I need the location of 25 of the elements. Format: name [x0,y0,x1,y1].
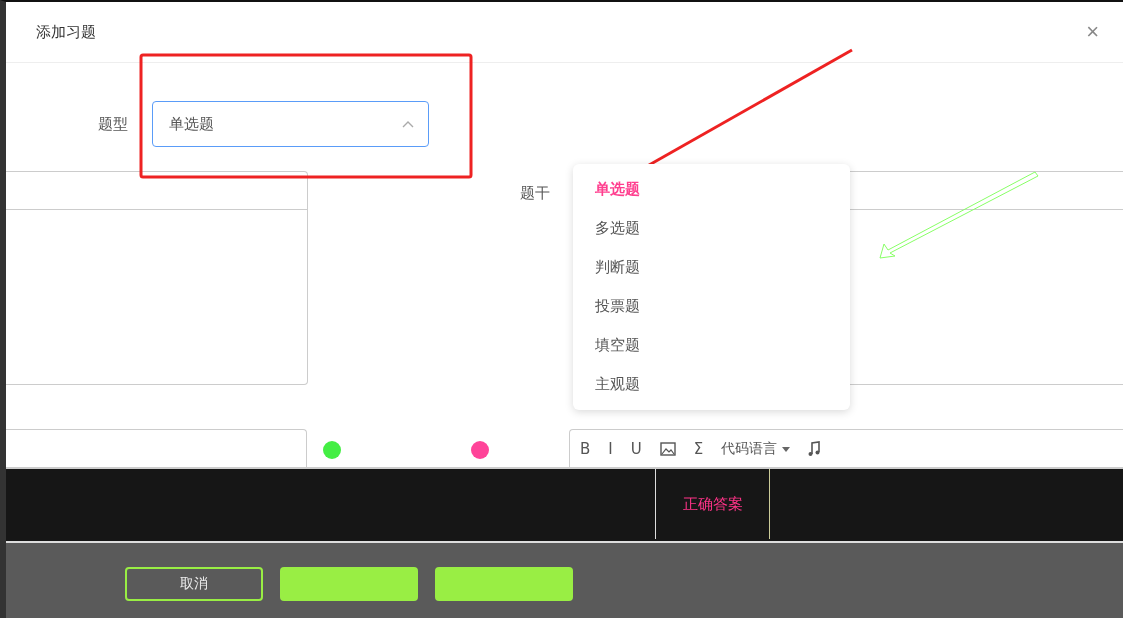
toolbar-button[interactable]: U [630,440,642,458]
primary-button[interactable] [435,567,573,601]
dialog-title: 添加习题 [36,22,96,42]
close-button[interactable]: × [1086,19,1099,45]
status-dot [323,441,341,459]
toolbar-button[interactable]: I [608,440,613,458]
menu-option[interactable]: 投票题 [573,287,850,326]
field-label: 题干 [520,184,550,203]
menu-option[interactable]: 多选题 [573,209,850,248]
cancel-button[interactable]: 取消 [125,567,263,601]
caret-icon [782,446,791,452]
menu-option[interactable]: 填空题 [573,326,850,365]
toolbar-button[interactable]: Σ [693,440,704,458]
type-select[interactable]: 单选题 [152,101,429,147]
caret-icon [402,120,414,128]
menu-option[interactable]: 判断题 [573,248,850,287]
menu-option[interactable]: 主观题 [573,365,850,404]
field-label: 题型 [97,114,129,135]
image-icon[interactable] [659,442,676,456]
answer-label: 正确答案 [655,469,770,539]
language-dropdown[interactable]: 代码语言 [721,440,791,458]
toolbar-button[interactable]: B [580,440,591,458]
status-dot [471,441,489,459]
primary-button[interactable] [280,567,418,601]
music-note-icon[interactable] [808,441,821,457]
